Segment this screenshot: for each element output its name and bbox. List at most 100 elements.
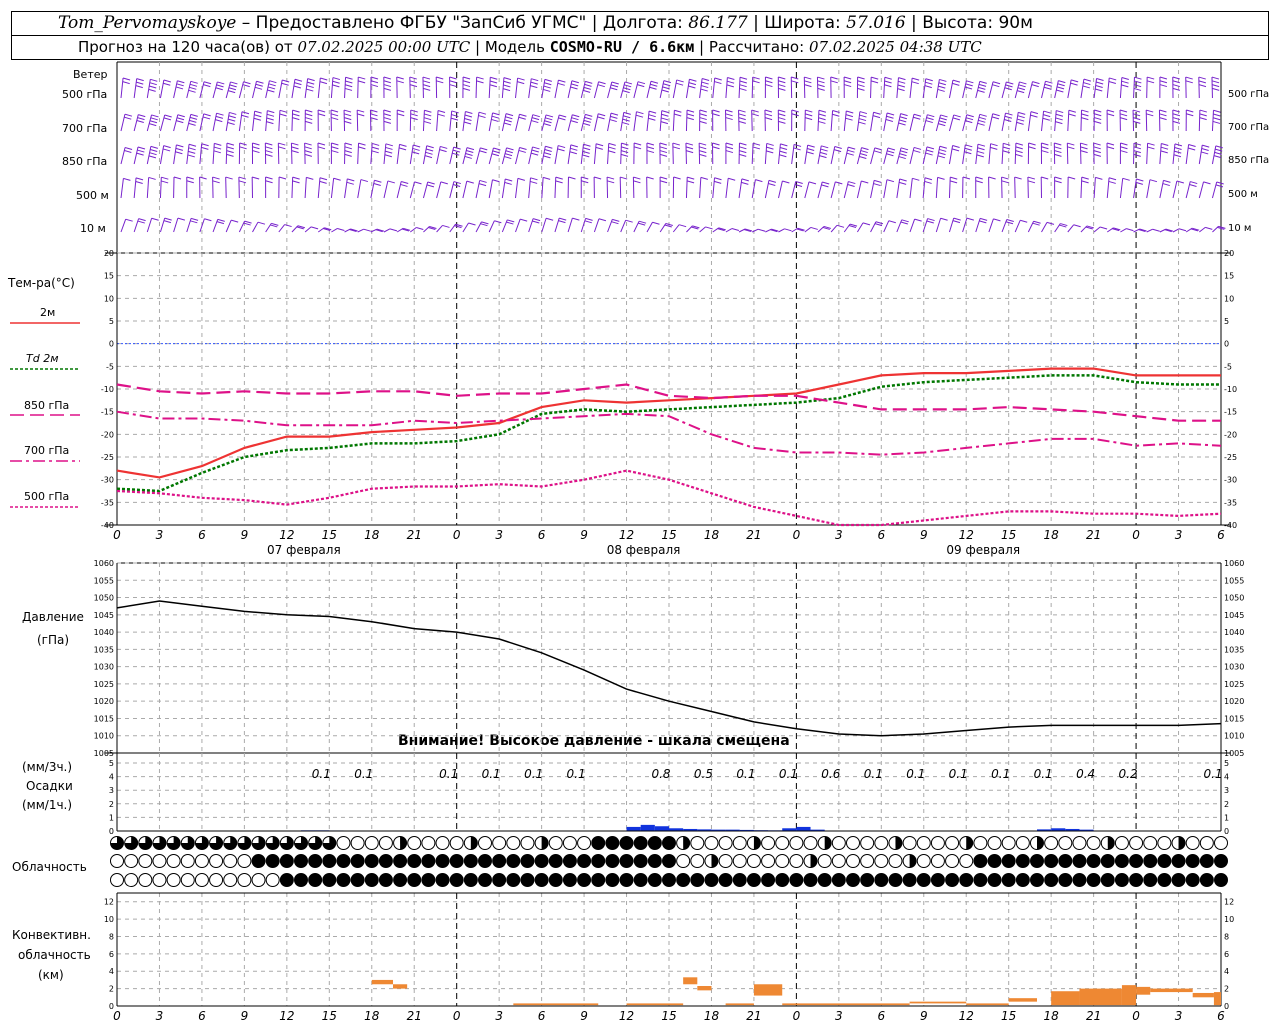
wind-barb-feather bbox=[203, 84, 211, 88]
xtick-label: 21 bbox=[746, 528, 761, 542]
wind-barb-feather bbox=[452, 149, 461, 153]
wind-barb-feather bbox=[583, 119, 591, 123]
cloud-symbol bbox=[619, 873, 634, 887]
wind-barb-feather bbox=[899, 119, 907, 123]
wind-barb-feather bbox=[758, 228, 766, 232]
wind-barb bbox=[501, 147, 508, 165]
wind-barb bbox=[1172, 143, 1176, 165]
pressure-tick-right: 1030 bbox=[1224, 663, 1244, 672]
wind-barb-feather bbox=[1211, 84, 1220, 88]
wind-barb bbox=[462, 222, 469, 233]
wind-barb bbox=[1146, 228, 1153, 233]
wind-barb-feather bbox=[188, 122, 196, 126]
wind-barb-feather bbox=[436, 76, 444, 80]
wind-barb bbox=[1080, 110, 1083, 132]
wind-barb-feather bbox=[751, 109, 759, 113]
xtick-label: 12 bbox=[959, 528, 974, 542]
cloud-symbol bbox=[237, 854, 252, 868]
cloud-symbol bbox=[577, 854, 592, 868]
wind-barb bbox=[593, 143, 597, 165]
wind-barb-feather bbox=[898, 80, 906, 84]
wind-barb bbox=[580, 81, 586, 99]
wind-barb-feather bbox=[938, 152, 946, 156]
cloud-symbol bbox=[916, 873, 931, 887]
wind-barb-feather bbox=[899, 153, 907, 157]
wind-barb-feather bbox=[597, 84, 605, 88]
wind-barb bbox=[567, 144, 572, 165]
wind-barb-feather bbox=[991, 116, 1000, 120]
wind-barb bbox=[186, 81, 192, 99]
wind-barb-feather bbox=[804, 76, 812, 80]
cloud-symbol bbox=[619, 836, 634, 850]
wind-barb-feather bbox=[344, 87, 353, 91]
wind-barb-feather bbox=[186, 176, 194, 180]
wind-barb bbox=[528, 177, 531, 199]
wind-barb-feather bbox=[949, 180, 958, 184]
wind-barb-feather bbox=[638, 222, 646, 226]
wind-barb bbox=[225, 81, 231, 99]
precip-3h-label: 0.1 bbox=[906, 767, 925, 781]
wind-barb-feather bbox=[189, 119, 197, 123]
wind-barb-feather bbox=[621, 150, 629, 154]
wind-barb-feather bbox=[1018, 84, 1026, 88]
wind-barb-feather bbox=[714, 77, 722, 81]
wind-barb-feather bbox=[465, 153, 473, 156]
cloud-symbol bbox=[138, 873, 153, 887]
wind-barb-feather bbox=[1178, 228, 1187, 232]
temp-tick-right: 5 bbox=[1224, 317, 1229, 326]
wind-barb-feather bbox=[543, 152, 552, 156]
conv-tick-left: 8 bbox=[109, 932, 114, 941]
cloud-symbol bbox=[888, 873, 903, 887]
cloud-symbol bbox=[1001, 836, 1016, 850]
wind-barb-feather bbox=[150, 149, 158, 152]
wind-barb-feather bbox=[937, 155, 946, 159]
wind-barb-feather bbox=[673, 176, 681, 180]
wind-barb-feather bbox=[176, 117, 185, 121]
wind-barb-feather bbox=[1199, 109, 1207, 113]
wind-barb-feather bbox=[383, 87, 392, 91]
wind-barb-feather bbox=[1017, 115, 1025, 119]
wind-barb-feather bbox=[659, 142, 667, 146]
wind-barb-feather bbox=[465, 111, 473, 114]
wind-barb-feather bbox=[187, 154, 195, 158]
wind-barb-feather bbox=[468, 222, 476, 226]
wind-barb-feather bbox=[243, 81, 251, 85]
wind-barb-feather bbox=[1212, 87, 1220, 91]
wind-barb-feather bbox=[1032, 222, 1040, 226]
wind-barb bbox=[922, 114, 928, 132]
xtick-label: 9 bbox=[920, 528, 928, 542]
wind-barb-feather bbox=[239, 142, 247, 146]
wind-barb-feather bbox=[1027, 180, 1036, 184]
wind-barb bbox=[988, 81, 994, 99]
wind-barb bbox=[541, 79, 546, 99]
cloud-symbol bbox=[591, 854, 606, 868]
wind-barb bbox=[238, 81, 244, 99]
wind-barb-feather bbox=[440, 145, 448, 149]
wind-barb bbox=[1185, 144, 1190, 165]
wind-barb bbox=[120, 178, 124, 199]
wind-barb-feather bbox=[305, 117, 313, 121]
wind-barb-feather bbox=[885, 118, 894, 122]
wind-barb-feather bbox=[834, 146, 842, 149]
wind-barb-feather bbox=[1134, 76, 1142, 80]
wind-barb-feather bbox=[705, 226, 713, 230]
wind-barb bbox=[567, 114, 573, 132]
wind-barb bbox=[199, 143, 203, 165]
wind-barb-feather bbox=[1132, 109, 1141, 113]
wind-barb-feather bbox=[1121, 84, 1129, 88]
cloud-symbol bbox=[1015, 836, 1030, 850]
cloud-symbol bbox=[279, 854, 294, 868]
wind-barb-feather bbox=[952, 82, 960, 86]
wind-barb-feather bbox=[360, 179, 369, 183]
cloud-symbol bbox=[124, 873, 139, 887]
wind-barb-feather bbox=[1198, 76, 1206, 80]
pressure-tick-left: 1020 bbox=[94, 697, 114, 706]
wind-barb-feather bbox=[373, 182, 381, 186]
wind-barb-feather bbox=[389, 228, 398, 232]
wind-barb bbox=[317, 77, 321, 99]
wind-barb-feather bbox=[766, 150, 774, 154]
wind-barb-feather bbox=[593, 176, 602, 180]
wind-barb-feather bbox=[925, 152, 933, 156]
wind-barb-feather bbox=[267, 89, 275, 93]
wind-barb-feather bbox=[847, 149, 855, 153]
